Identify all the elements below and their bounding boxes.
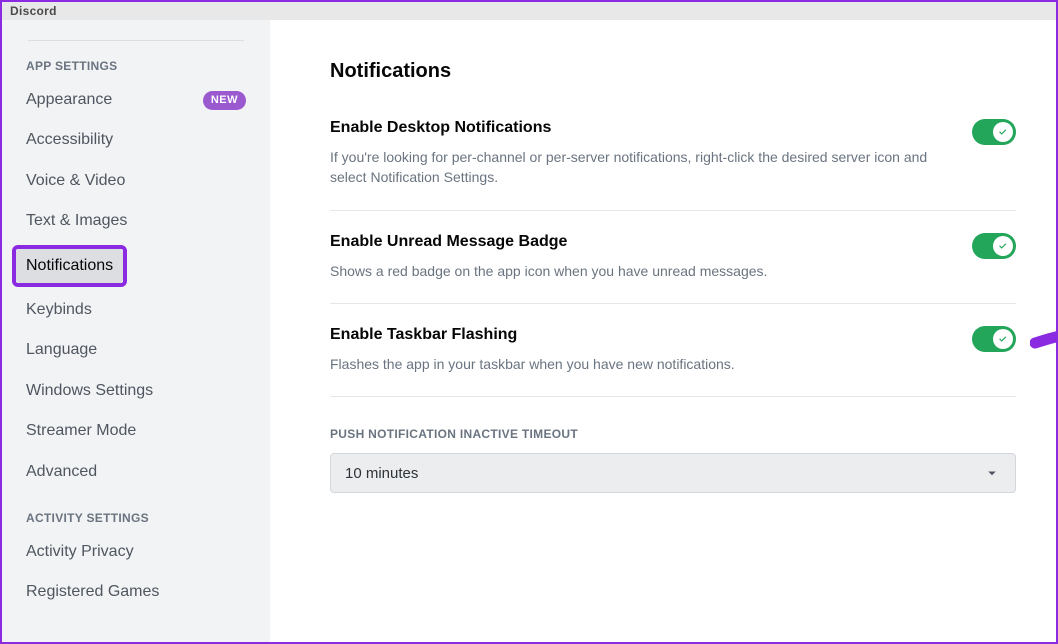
chevron-down-icon (983, 464, 1001, 482)
sidebar-item-activity-privacy[interactable]: Activity Privacy (12, 533, 260, 571)
setting-title: Enable Desktop Notifications (330, 119, 952, 137)
sidebar-item-label: Appearance (26, 89, 112, 111)
sidebar-item-label: Activity Privacy (26, 541, 134, 563)
toggle-knob (993, 236, 1013, 256)
page-title: Notifications (330, 60, 1016, 83)
setting-title: Enable Unread Message Badge (330, 233, 952, 251)
setting-description: Flashes the app in your taskbar when you… (330, 354, 952, 374)
sidebar-item-label: Registered Games (26, 581, 159, 603)
checkmark-icon (997, 126, 1009, 138)
setting-title: Enable Taskbar Flashing (330, 326, 952, 344)
setting-taskbar-flashing: Enable Taskbar Flashing Flashes the app … (330, 326, 1016, 396)
new-badge: NEW (203, 91, 246, 110)
checkmark-icon (997, 333, 1009, 345)
sidebar-item-accessibility[interactable]: Accessibility (12, 121, 260, 159)
sidebar-item-streamer-mode[interactable]: Streamer Mode (12, 412, 260, 450)
sidebar-item-label: Accessibility (26, 129, 113, 151)
divider (330, 210, 1016, 211)
toggle-taskbar-flashing[interactable] (972, 326, 1016, 352)
sidebar-item-voice-video[interactable]: Voice & Video (12, 162, 260, 200)
toggle-desktop-notifications[interactable] (972, 119, 1016, 145)
push-timeout-select[interactable]: 10 minutes (330, 453, 1016, 493)
toggle-knob (993, 122, 1013, 142)
sidebar-item-windows-settings[interactable]: Windows Settings (12, 372, 260, 410)
sidebar-item-notifications[interactable]: Notifications (16, 249, 123, 283)
sidebar-item-label: Notifications (26, 255, 113, 277)
setting-unread-badge: Enable Unread Message Badge Shows a red … (330, 233, 1016, 303)
sidebar-item-label: Windows Settings (26, 380, 153, 402)
divider (330, 396, 1016, 397)
sidebar-item-label: Streamer Mode (26, 420, 136, 442)
push-timeout-header: PUSH NOTIFICATION INACTIVE TIMEOUT (330, 427, 1016, 441)
sidebar-item-label: Voice & Video (26, 170, 125, 192)
select-value: 10 minutes (345, 465, 418, 482)
sidebar-item-label: Text & Images (26, 210, 127, 232)
sidebar-item-language[interactable]: Language (12, 331, 260, 369)
sidebar-section-activity-settings: ACTIVITY SETTINGS (12, 493, 260, 531)
sidebar-item-text-images[interactable]: Text & Images (12, 202, 260, 240)
toggle-unread-badge[interactable] (972, 233, 1016, 259)
window-titlebar: Discord (2, 2, 1056, 20)
sidebar-section-app-settings: APP SETTINGS (12, 41, 260, 79)
settings-sidebar: APP SETTINGS Appearance NEW Accessibilit… (2, 20, 270, 642)
settings-content: Notifications Enable Desktop Notificatio… (270, 20, 1056, 642)
sidebar-item-keybinds[interactable]: Keybinds (12, 291, 260, 329)
sidebar-item-appearance[interactable]: Appearance NEW (12, 81, 260, 119)
annotation-arrow-icon (1030, 308, 1056, 358)
setting-desktop-notifications: Enable Desktop Notifications If you're l… (330, 119, 1016, 210)
sidebar-item-advanced[interactable]: Advanced (12, 453, 260, 491)
checkmark-icon (997, 240, 1009, 252)
sidebar-item-label: Keybinds (26, 299, 92, 321)
toggle-knob (993, 329, 1013, 349)
sidebar-item-registered-games[interactable]: Registered Games (12, 573, 260, 611)
setting-description: Shows a red badge on the app icon when y… (330, 261, 952, 281)
annotation-highlight: Notifications (12, 245, 127, 287)
sidebar-item-label: Advanced (26, 461, 97, 483)
sidebar-item-label: Language (26, 339, 97, 361)
divider (330, 303, 1016, 304)
setting-description: If you're looking for per-channel or per… (330, 147, 952, 188)
